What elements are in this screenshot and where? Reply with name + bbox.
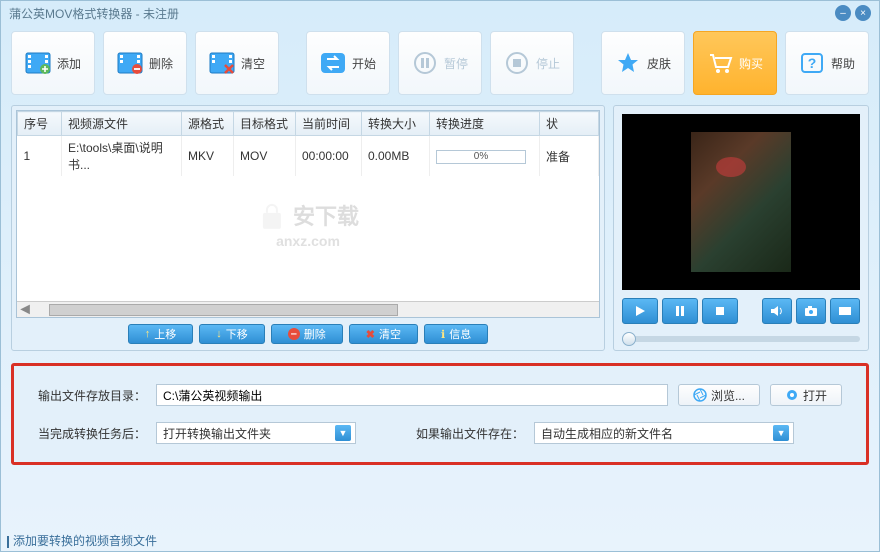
cell-status: 准备 <box>540 136 599 177</box>
add-button[interactable]: 添加 <box>11 31 95 95</box>
file-list-panel: 序号 视频源文件 源格式 目标格式 当前时间 转换大小 转换进度 状 1 <box>11 105 605 351</box>
play-button[interactable] <box>622 298 658 324</box>
list-clear-button[interactable]: ✖清空 <box>349 324 418 344</box>
col-dstfmt[interactable]: 目标格式 <box>234 112 296 136</box>
move-up-button[interactable]: ↑上移 <box>128 324 194 344</box>
minus-icon: – <box>288 328 300 340</box>
file-exists-label: 如果输出文件存在： <box>416 425 524 442</box>
player-pause-button[interactable] <box>662 298 698 324</box>
col-srcfmt[interactable]: 源格式 <box>182 112 234 136</box>
clear-label: 清空 <box>241 55 265 72</box>
svg-text:?: ? <box>808 55 817 71</box>
player-stop-button[interactable] <box>702 298 738 324</box>
player-controls <box>622 298 860 324</box>
file-table: 序号 视频源文件 源格式 目标格式 当前时间 转换大小 转换进度 状 1 <box>16 110 600 318</box>
horizontal-scrollbar[interactable]: ◄ <box>17 301 599 317</box>
seek-slider[interactable] <box>622 336 860 342</box>
cell-dstfmt: MOV <box>234 136 296 177</box>
file-exists-select[interactable]: 自动生成相应的新文件名 ▼ <box>534 422 794 444</box>
video-preview <box>622 114 860 290</box>
output-dir-label: 输出文件存放目录： <box>38 387 146 404</box>
after-task-label: 当完成转换任务后： <box>38 425 146 442</box>
volume-button[interactable] <box>762 298 792 324</box>
stop-icon <box>504 52 530 74</box>
chevron-down-icon: ▼ <box>335 425 351 441</box>
toolbar: 添加 删除 清空 开始 暂停 <box>1 25 879 101</box>
help-button[interactable]: ? 帮助 <box>785 31 869 95</box>
info-icon: ℹ <box>441 328 445 341</box>
snapshot-button[interactable] <box>796 298 826 324</box>
browse-button[interactable]: 浏览... <box>678 384 760 406</box>
gear-icon <box>785 388 799 402</box>
output-dir-input[interactable] <box>156 384 668 406</box>
list-actions: ↑上移 ↓下移 –删除 ✖清空 ℹ信息 <box>16 318 600 346</box>
convert-icon <box>320 52 346 74</box>
cell-progress: 0% <box>430 136 540 177</box>
help-label: 帮助 <box>831 55 855 72</box>
stop-label: 停止 <box>536 55 560 72</box>
scrollbar-thumb[interactable] <box>49 304 398 316</box>
help-icon: ? <box>799 52 825 74</box>
preview-panel <box>613 105 869 351</box>
film-clear-icon <box>209 52 235 74</box>
pause-icon <box>412 52 438 74</box>
status-bar: 添加要转换的视频音频文件 <box>7 532 157 549</box>
info-button[interactable]: ℹ信息 <box>424 324 488 344</box>
delete-button[interactable]: 删除 <box>103 31 187 95</box>
col-progress[interactable]: 转换进度 <box>430 112 540 136</box>
table-row[interactable]: 1 E:\tools\桌面\说明书... MKV MOV 00:00:00 0.… <box>18 136 599 177</box>
cell-time: 00:00:00 <box>296 136 362 177</box>
watermark: 安下载 anxz.com <box>257 199 359 249</box>
pause-button[interactable]: 暂停 <box>398 31 482 95</box>
clear-button[interactable]: 清空 <box>195 31 279 95</box>
after-task-select[interactable]: 打开转换输出文件夹 ▼ <box>156 422 356 444</box>
buy-button[interactable]: 购买 <box>693 31 777 95</box>
add-label: 添加 <box>57 55 81 72</box>
film-add-icon <box>25 52 51 74</box>
progress-bar: 0% <box>436 150 526 164</box>
title-controls: – × <box>835 5 871 21</box>
skin-button[interactable]: 皮肤 <box>601 31 685 95</box>
preview-thumbnail <box>691 132 791 272</box>
up-arrow-icon: ↑ <box>145 328 151 340</box>
fullscreen-button[interactable] <box>830 298 860 324</box>
col-seq[interactable]: 序号 <box>18 112 62 136</box>
output-settings: 输出文件存放目录： 浏览... 打开 当完成转换任务后： 打开转换输出文件夹 ▼… <box>11 363 869 465</box>
skin-label: 皮肤 <box>647 55 671 72</box>
open-button[interactable]: 打开 <box>770 384 842 406</box>
pause-label: 暂停 <box>444 55 468 72</box>
cell-source: E:\tools\桌面\说明书... <box>62 136 182 177</box>
star-icon <box>615 52 641 74</box>
col-size[interactable]: 转换大小 <box>362 112 430 136</box>
cell-srcfmt: MKV <box>182 136 234 177</box>
window-title: 蒲公英MOV格式转换器 - 未注册 <box>9 5 179 22</box>
cell-size: 0.00MB <box>362 136 430 177</box>
col-source[interactable]: 视频源文件 <box>62 112 182 136</box>
titlebar: 蒲公英MOV格式转换器 - 未注册 – × <box>1 1 879 25</box>
buy-label: 购买 <box>739 55 763 72</box>
app-window: 蒲公英MOV格式转换器 - 未注册 – × 添加 删除 清空 <box>0 0 880 552</box>
main-area: 序号 视频源文件 源格式 目标格式 当前时间 转换大小 转换进度 状 1 <box>1 101 879 355</box>
down-arrow-icon: ↓ <box>216 328 222 340</box>
list-delete-button[interactable]: –删除 <box>271 324 343 344</box>
cell-seq: 1 <box>18 136 62 177</box>
table-header-row: 序号 视频源文件 源格式 目标格式 当前时间 转换大小 转换进度 状 <box>18 112 599 136</box>
close-button[interactable]: × <box>855 5 871 21</box>
stop-button[interactable]: 停止 <box>490 31 574 95</box>
chevron-down-icon: ▼ <box>773 425 789 441</box>
col-status[interactable]: 状 <box>540 112 599 136</box>
move-down-button[interactable]: ↓下移 <box>199 324 265 344</box>
minimize-button[interactable]: – <box>835 5 851 21</box>
slider-thumb[interactable] <box>622 332 636 346</box>
start-label: 开始 <box>352 55 376 72</box>
start-button[interactable]: 开始 <box>306 31 390 95</box>
col-time[interactable]: 当前时间 <box>296 112 362 136</box>
film-remove-icon <box>117 52 143 74</box>
delete-label: 删除 <box>149 55 173 72</box>
cart-icon <box>707 52 733 74</box>
x-icon: ✖ <box>366 328 375 341</box>
aperture-icon <box>693 388 707 402</box>
